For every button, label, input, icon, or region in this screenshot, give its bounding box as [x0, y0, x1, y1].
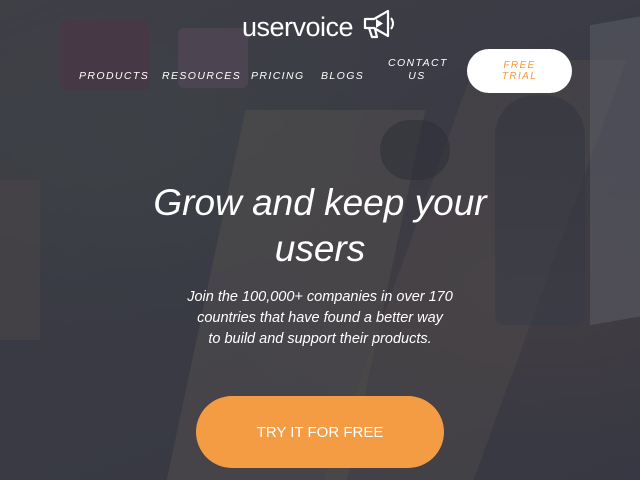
nav-contact-line2: US [408, 70, 426, 82]
hero-subtitle-line1: Join the 100,000+ companies in over 170 [187, 289, 453, 305]
free-trial-button[interactable]: FREE TRIAL [467, 49, 572, 93]
free-trial-line2: TRIAL [501, 71, 538, 82]
nav-contact-us[interactable]: CONTACT US [388, 57, 446, 83]
megaphone-icon [362, 8, 398, 47]
try-it-for-free-label: TRY IT FOR FREE [256, 423, 384, 441]
try-it-for-free-button[interactable]: TRY IT FOR FREE [196, 396, 444, 468]
nav-resources[interactable]: RESOURCES [162, 70, 241, 82]
brand-name: uservoice [241, 12, 354, 42]
hero-title-line2: users [274, 228, 366, 269]
nav-blogs[interactable]: BLOGS [321, 70, 364, 82]
nav-contact-line1: CONTACT [388, 57, 448, 69]
brand-logo[interactable]: uservoice [0, 8, 640, 47]
hero-subtitle-line2: countries that have found a better way [197, 310, 443, 326]
nav-products[interactable]: PRODUCTS [79, 70, 149, 82]
hero-title: Grow and keep your users [0, 180, 640, 272]
hero-subtitle-line3: to build and support their products. [208, 331, 432, 347]
nav-pricing[interactable]: PRICING [251, 70, 305, 82]
free-trial-line1: FREE [503, 60, 536, 71]
hero-title-line1: Grow and keep your [153, 182, 487, 223]
hero-subtitle: Join the 100,000+ companies in over 170 … [165, 287, 475, 350]
